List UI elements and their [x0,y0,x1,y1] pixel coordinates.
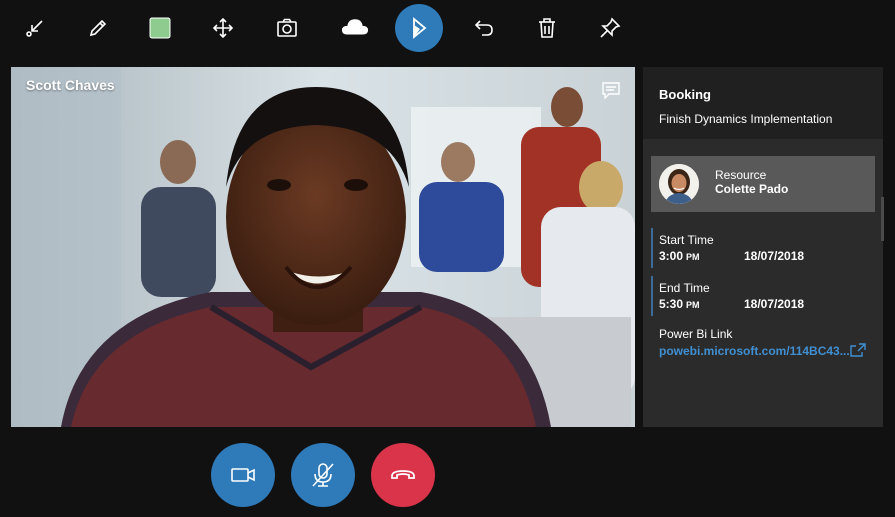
pin-button[interactable] [586,4,634,52]
powerbi-link[interactable]: powebi.microsoft.com/114BC43... [659,344,850,358]
dynamics-icon [413,17,427,39]
snapshot-button[interactable] [263,4,311,52]
camera-icon [277,18,297,37]
cloud-icon [341,19,369,35]
hang-up-icon [391,470,415,479]
start-time-ampm: PM [686,252,700,262]
toolbar [0,0,895,56]
booking-header: Booking Finish Dynamics Implementation [643,67,883,139]
caller-video-image [11,67,635,427]
booking-panel: Booking Finish Dynamics Implementation R… [643,67,883,427]
video-toggle-button[interactable] [211,443,275,507]
chat-icon[interactable] [601,81,621,99]
video-feed: Scott Chaves [11,67,635,427]
video-camera-icon [231,468,255,482]
undo-button[interactable] [460,4,508,52]
end-time-accent [651,276,653,316]
move-button[interactable] [199,4,247,52]
powerbi-link-label: Power Bi Link [659,327,733,341]
end-time-ampm: PM [686,300,700,310]
end-time-value: 5:30 PM [659,297,700,311]
hang-up-button[interactable] [371,443,435,507]
collapse-button[interactable] [11,4,59,52]
color-swatch-icon [149,17,171,39]
start-date: 18/07/2018 [744,249,805,263]
cloud-button[interactable] [331,4,379,52]
start-time-value: 3:00 PM [659,249,700,263]
resource-card[interactable]: Resource Colette Pado [651,156,875,212]
pen-button[interactable] [74,4,122,52]
avatar [659,164,699,204]
mute-button[interactable] [291,443,355,507]
open-external-icon[interactable] [849,342,867,358]
undo-icon [474,20,493,36]
end-time-block: End Time 5:30 PM 18/07/2018 [651,276,875,316]
trash-icon [539,18,555,38]
mute-microphone-icon [312,463,334,487]
start-time-label: Start Time [659,233,714,247]
move-icon [212,17,234,39]
caller-name: Scott Chaves [26,77,115,93]
resource-label: Resource [715,168,767,182]
booking-title: Booking [659,87,711,102]
color-button[interactable] [136,4,184,52]
collapse-icon [26,20,43,37]
pencil-icon [89,19,107,37]
start-time-time: 3:00 [659,249,684,263]
resource-name: Colette Pado [715,182,789,196]
end-date: 18/07/2018 [744,297,805,311]
dynamics-button[interactable] [395,4,443,52]
start-time-accent [651,228,653,268]
end-time-label: End Time [659,281,710,295]
end-time-time: 5:30 [659,297,684,311]
start-time-block: Start Time 3:00 PM 18/07/2018 [651,228,875,268]
pin-icon [600,17,621,38]
delete-button[interactable] [523,4,571,52]
panel-scrollbar[interactable] [881,197,884,241]
booking-subtitle: Finish Dynamics Implementation [659,112,833,126]
